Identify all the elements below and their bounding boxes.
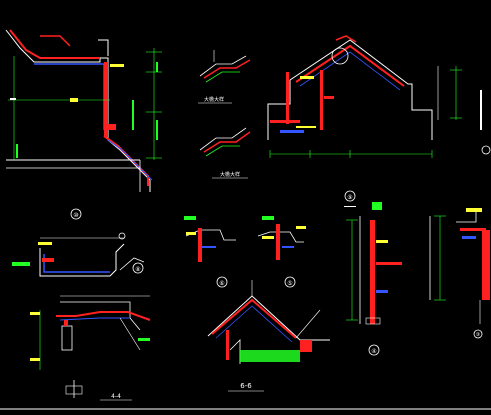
detail-cornice: 4-4 bbox=[30, 295, 151, 401]
detail-marker-5-text: ⑤ bbox=[287, 280, 292, 287]
detail-eave-small: 大檐大样 大檐大样 bbox=[198, 50, 251, 179]
cap-red bbox=[40, 35, 71, 47]
roof-slab-red bbox=[9, 29, 100, 59]
cad-drawing: ⑩ 大檐大样 大檐大样 ⑨ ⑧ 4-4 ⑥ ⑤ 6-6 ④ ③ bbox=[0, 29, 491, 410]
detail-marker-10-text: ⑩ bbox=[73, 212, 78, 219]
detail-marker-6-text: ⑥ bbox=[219, 280, 224, 287]
gable-wall-red bbox=[286, 72, 289, 124]
section-6-6-label: 6-6 bbox=[240, 382, 252, 390]
insulation-blue bbox=[34, 63, 105, 130]
detail-marker-8-text: ⑧ bbox=[135, 266, 140, 273]
detail-wall-3: ③ bbox=[429, 208, 490, 339]
section-4-4-label: 4-4 bbox=[111, 393, 121, 400]
eave-title-b: 大檐大样 bbox=[220, 171, 240, 178]
detail-marker-4-text: ④ bbox=[371, 348, 376, 355]
detail-wall-4: ④ bbox=[346, 202, 402, 356]
ridge-red bbox=[211, 298, 297, 339]
wall-3-red bbox=[482, 230, 490, 300]
wall-column-red bbox=[104, 62, 108, 137]
eave-title-a: 大檐大样 bbox=[204, 96, 224, 103]
detail-right-column bbox=[437, 66, 491, 155]
detail-marker-9-text: ⑨ bbox=[347, 194, 352, 201]
cap-outline bbox=[98, 39, 109, 56]
detail-gable-section: ⑨ bbox=[267, 35, 433, 207]
lower-slab-red bbox=[103, 135, 149, 186]
ridge-base-hatch bbox=[240, 350, 300, 362]
detail-small-5-6: ⑥ ⑤ bbox=[184, 216, 306, 288]
gable-outline bbox=[267, 39, 433, 140]
wall-4-red bbox=[370, 220, 375, 324]
detail-parapet-section: ⑩ bbox=[5, 29, 162, 220]
detail-marker-3-text: ③ bbox=[476, 332, 480, 338]
cad-drawing-canvas: ⑩ 大檐大样 大檐大样 ⑨ ⑧ 4-4 ⑥ ⑤ 6-6 ④ ③ bbox=[0, 0, 491, 411]
cornice-red bbox=[56, 311, 151, 321]
section-6-6-ridge: 6-6 bbox=[207, 280, 330, 392]
detail-gutter: ⑧ bbox=[12, 232, 145, 277]
